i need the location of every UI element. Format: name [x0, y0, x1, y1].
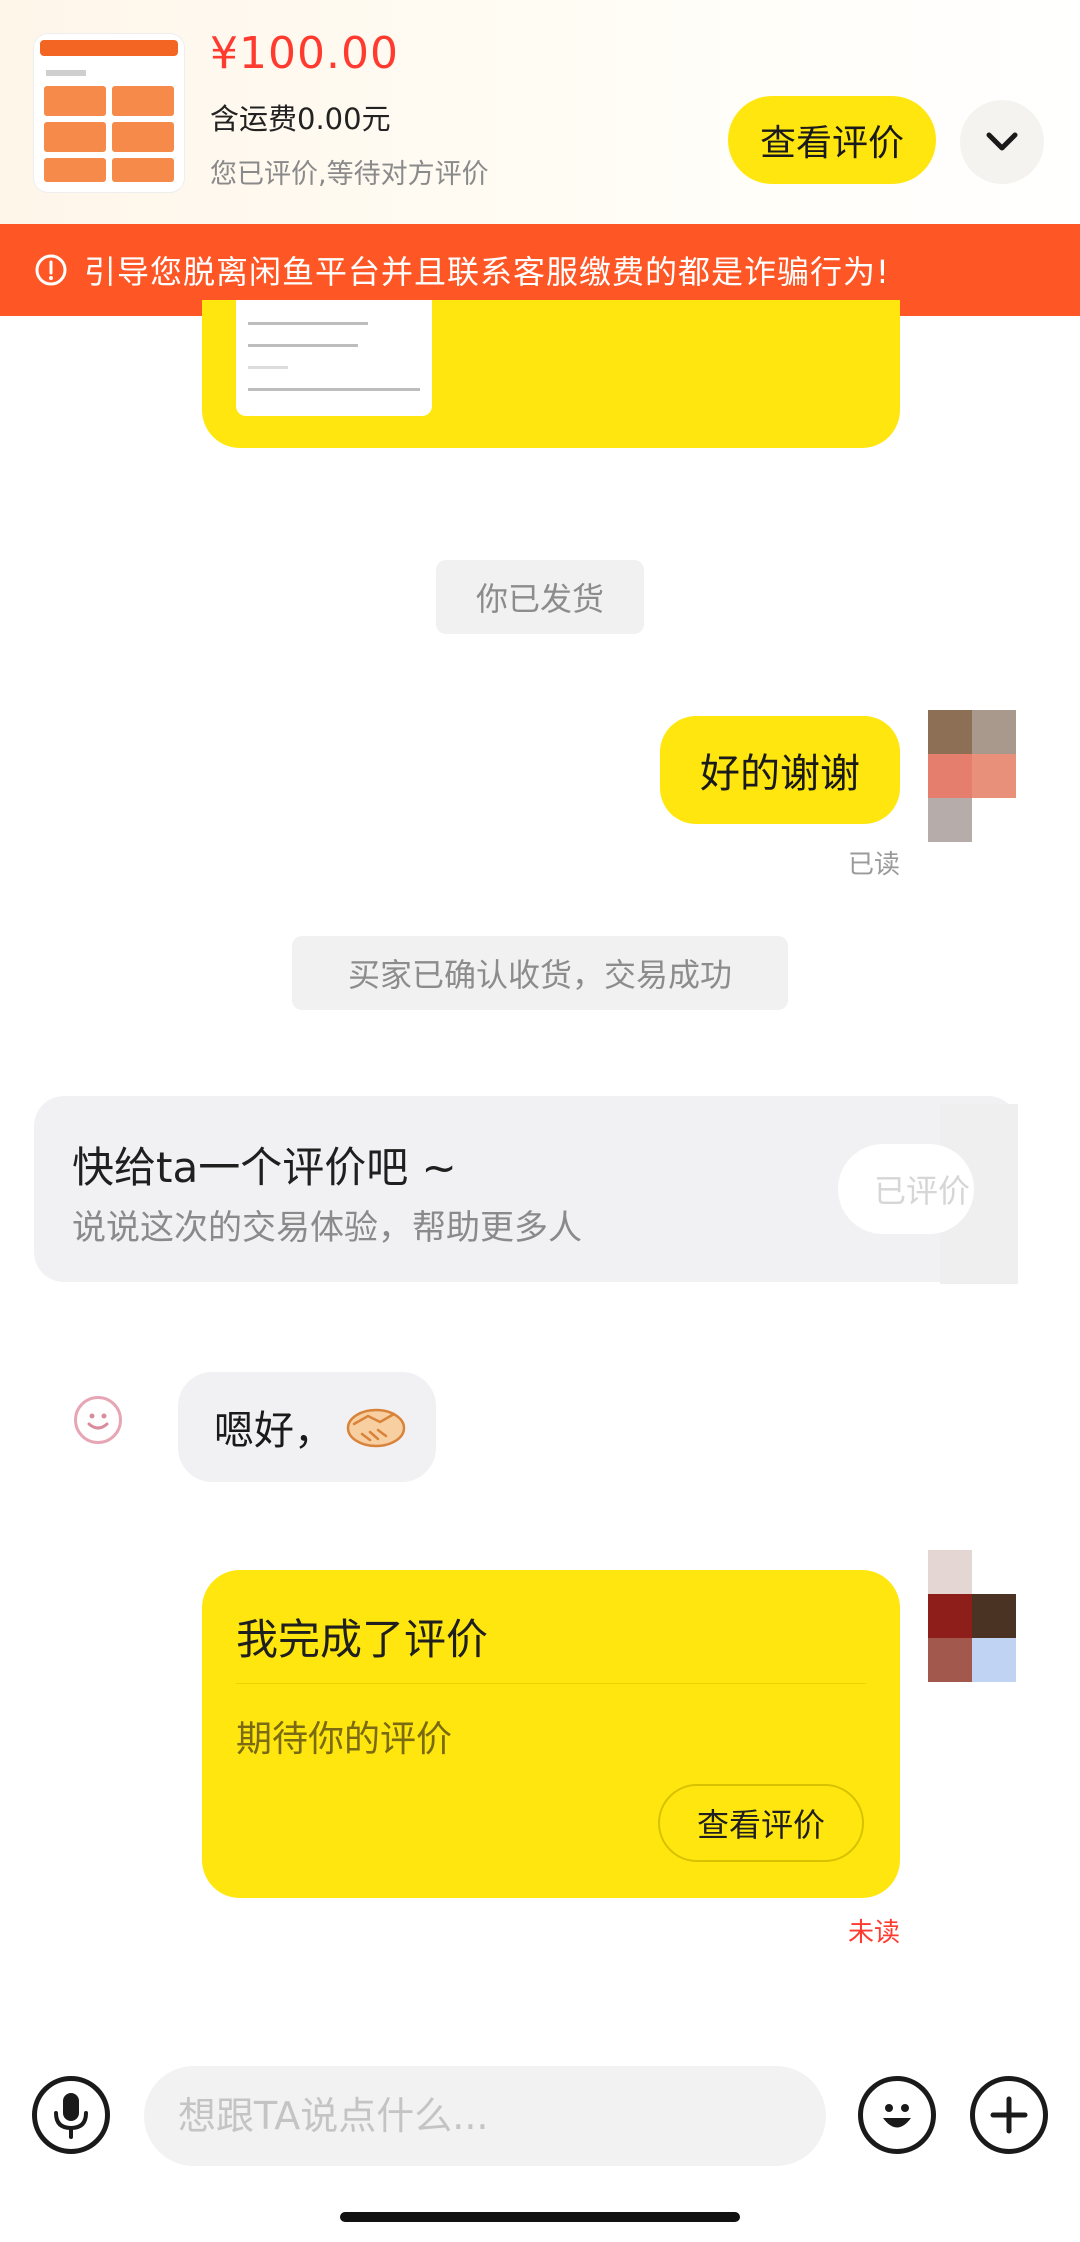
emoji-icon: [883, 2104, 911, 2128]
view-review-button[interactable]: 查看评价: [728, 96, 936, 184]
expand-button[interactable]: [960, 100, 1044, 184]
smile-avatar-icon: [87, 1413, 109, 1430]
reviewed-button-label: 已评价: [874, 1172, 971, 1210]
message-input[interactable]: [144, 2066, 826, 2166]
plus-icon: [990, 2096, 1028, 2134]
review-prompt-title: 快给ta一个评价吧 ~: [72, 1143, 457, 1192]
view-review-card-button[interactable]: 查看评价: [658, 1784, 864, 1862]
review-prompt-subtitle: 说说这次的交易体验，帮助更多人: [72, 1208, 582, 1248]
screenshot-image[interactable]: [236, 300, 432, 416]
unread-status: 未读: [848, 1918, 901, 1948]
add-button[interactable]: [970, 2076, 1048, 2154]
review-complete-subtitle: 期待你的评价: [236, 1719, 453, 1760]
avatar[interactable]: [928, 710, 1016, 842]
product-thumbnail[interactable]: [34, 34, 184, 192]
alert-circle-icon: [35, 254, 67, 286]
incoming-message[interactable]: 嗯好，: [178, 1372, 436, 1482]
warning-text: 引导您脱离闲鱼平台并且联系客服缴费的都是诈骗行为!: [84, 253, 890, 291]
system-message-shipped: 你已发货: [436, 560, 644, 634]
avatar[interactable]: [928, 1550, 1016, 1682]
shipping-fee: 含运费0.00元: [210, 102, 391, 136]
incoming-message-text: 嗯好，: [214, 1408, 334, 1454]
peer-avatar[interactable]: [74, 1396, 122, 1444]
microphone-icon: [54, 2093, 88, 2139]
product-header: ¥100.00 含运费0.00元 您已评价,等待对方评价 查看评价: [0, 0, 1080, 224]
product-price: ¥100.00: [210, 28, 399, 79]
outgoing-message[interactable]: 好的谢谢: [660, 716, 900, 824]
emoji-button[interactable]: [858, 2076, 936, 2154]
home-indicator[interactable]: [340, 2212, 740, 2222]
chevron-down-icon: [986, 132, 1018, 151]
handshake-emoji-icon: [346, 1408, 406, 1448]
system-message-confirmed: 买家已确认收货，交易成功: [292, 936, 788, 1010]
card-divider: [236, 1683, 866, 1684]
review-complete-title: 我完成了评价: [236, 1615, 489, 1664]
voice-button[interactable]: [32, 2076, 110, 2154]
review-status-text: 您已评价,等待对方评价: [210, 159, 489, 190]
reviewed-button[interactable]: 已评价: [838, 1144, 974, 1234]
read-status: 已读: [848, 850, 901, 880]
